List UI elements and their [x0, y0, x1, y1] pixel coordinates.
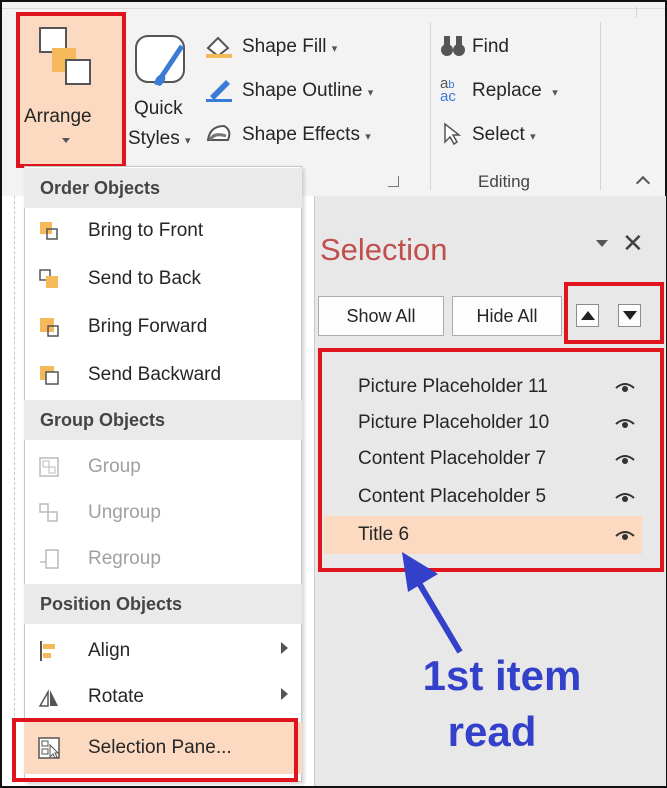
replace-button[interactable]: ab ac Replace ▾ — [440, 75, 590, 106]
find-label: Find — [472, 36, 509, 57]
quick-styles-button[interactable]: Quick Styles ▾ — [126, 16, 200, 166]
quick-styles-icon — [135, 35, 185, 86]
rotate-icon — [38, 689, 58, 707]
drawing-dialog-launcher-icon[interactable] — [388, 176, 399, 187]
send-to-back-icon — [39, 269, 58, 288]
menu-item-rotate[interactable]: Rotate — [24, 674, 302, 720]
bring-forward-button[interactable] — [576, 304, 599, 327]
quick-styles-label-line1: Quick — [134, 98, 183, 119]
select-button[interactable]: Select ▾ — [440, 122, 570, 150]
menu-item-bring-forward[interactable]: Bring Forward — [24, 304, 302, 350]
ungroup-icon — [39, 503, 58, 522]
pane-item[interactable]: Content Placeholder 5 — [324, 478, 642, 516]
close-icon[interactable]: ✕ — [622, 228, 644, 259]
menu-item-send-backward[interactable]: Send Backward — [24, 352, 302, 398]
submenu-arrow-icon — [281, 642, 288, 654]
replace-label: Replace — [472, 80, 542, 101]
menu-section-header: Position Objects — [24, 584, 302, 624]
ribbon-divider — [430, 22, 431, 190]
triangle-down-icon — [623, 311, 637, 320]
arrange-icon — [39, 27, 91, 85]
menu-item-group[interactable]: Group — [24, 444, 302, 490]
group-icon — [39, 457, 59, 477]
menu-item-bring-to-front[interactable]: Bring to Front — [24, 208, 302, 254]
regroup-icon — [40, 549, 59, 569]
selection-pane-icon — [38, 737, 60, 759]
cursor-arrow-icon — [444, 122, 462, 146]
shape-effects-label: Shape Effects — [242, 124, 360, 145]
send-backward-button[interactable] — [618, 304, 641, 327]
pane-item[interactable]: Content Placeholder 7 — [324, 440, 642, 478]
replace-icon: ab ac — [440, 75, 456, 105]
bring-to-front-icon — [40, 222, 58, 240]
menu-section-header: Order Objects — [24, 168, 302, 208]
menu-item-selection-pane[interactable]: Selection Pane... — [24, 722, 302, 774]
annotation-line1: 1st item — [422, 652, 582, 699]
eye-visible-icon[interactable] — [614, 490, 636, 504]
quick-styles-label-line2: Styles ▾ — [128, 128, 191, 149]
select-label: Select — [472, 124, 525, 145]
eye-visible-icon[interactable] — [614, 452, 636, 466]
align-icon — [40, 641, 55, 661]
show-all-button[interactable]: Show All — [318, 296, 444, 336]
annotation-arrow — [402, 552, 463, 654]
pen-outline-icon — [206, 80, 232, 102]
find-button[interactable]: Find — [440, 34, 540, 62]
editing-group-label: Editing — [478, 172, 530, 191]
arrange-label: Arrange — [24, 106, 92, 127]
shape-outline-button[interactable]: Shape Outline ▾ — [204, 78, 414, 106]
chevron-down-icon — [62, 138, 70, 143]
submenu-arrow-icon — [281, 688, 288, 700]
annotation-line2: read — [447, 708, 537, 755]
bring-forward-icon — [40, 318, 59, 337]
arrange-button[interactable]: Arrange — [16, 12, 124, 168]
shape-outline-label: Shape Outline — [242, 80, 363, 101]
pane-options-chevron-icon[interactable] — [596, 240, 608, 247]
shape-effects-icon — [206, 124, 231, 141]
menu-item-align[interactable]: Align — [24, 628, 302, 674]
menu-item-send-to-back[interactable]: Send to Back — [24, 256, 302, 302]
shape-fill-label: Shape Fill — [242, 36, 327, 57]
ribbon-divider — [600, 22, 601, 190]
eye-visible-icon[interactable] — [614, 416, 636, 430]
pane-item-label: Picture Placeholder 10 — [358, 412, 550, 433]
pane-item[interactable]: Picture Placeholder 11 — [324, 368, 642, 406]
eye-visible-icon[interactable] — [614, 528, 636, 542]
binoculars-icon — [441, 36, 465, 56]
triangle-up-icon — [581, 311, 595, 320]
ribbon-top-edge — [2, 2, 665, 9]
pane-item[interactable]: Picture Placeholder 10 — [324, 404, 642, 442]
pane-title: Selection — [320, 232, 448, 267]
pane-item-label: Title 6 — [358, 524, 410, 545]
paint-bucket-icon — [206, 36, 232, 58]
pane-item-selected[interactable]: Title 6 — [324, 516, 642, 554]
shape-effects-button[interactable]: Shape Effects ▾ — [204, 122, 404, 150]
shape-fill-button[interactable]: Shape Fill ▾ — [204, 34, 394, 62]
pane-item-label: Picture Placeholder 11 — [358, 376, 548, 397]
eye-visible-icon[interactable] — [614, 380, 636, 394]
pane-item-label: Content Placeholder 7 — [358, 448, 547, 469]
menu-item-ungroup[interactable]: Ungroup — [24, 490, 302, 536]
pane-item-label: Content Placeholder 5 — [358, 486, 547, 507]
send-backward-icon — [40, 366, 59, 385]
hide-all-button[interactable]: Hide All — [452, 296, 562, 336]
menu-section-header: Group Objects — [24, 400, 302, 440]
menu-item-regroup[interactable]: Regroup — [24, 536, 302, 582]
ribbon-divider — [636, 6, 637, 18]
guide-line — [14, 196, 15, 756]
